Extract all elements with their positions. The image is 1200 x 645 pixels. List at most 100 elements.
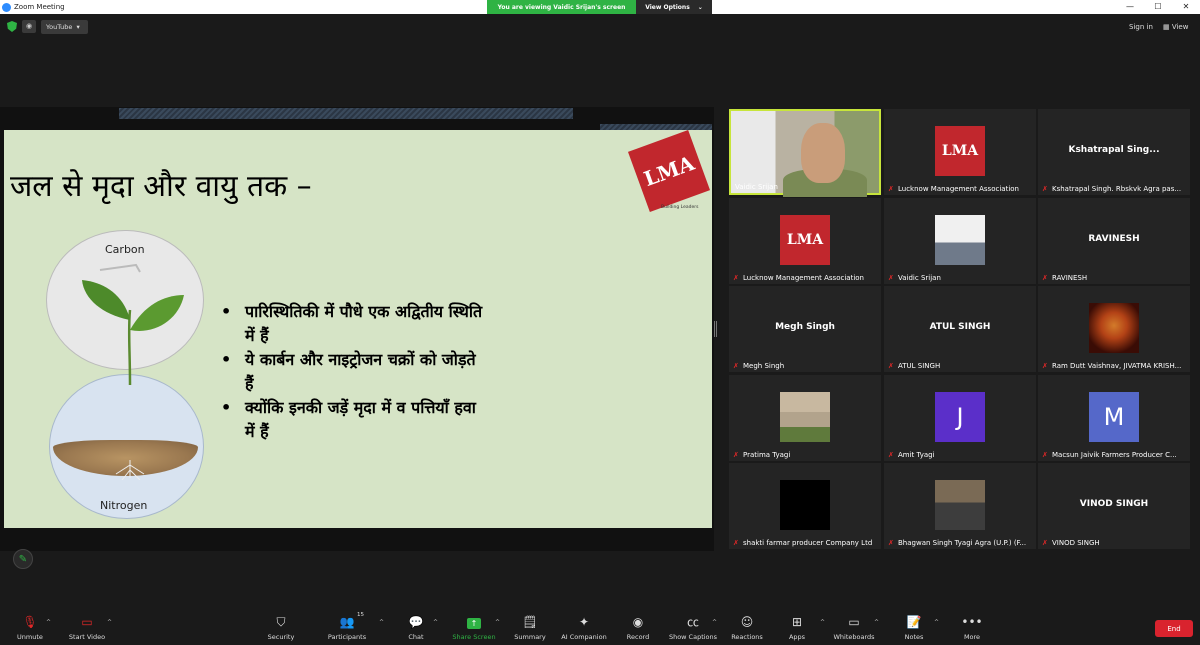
participant-tile[interactable]: VINOD SINGH ✗ VINOD SINGH <box>1038 463 1190 549</box>
participant-name: RAVINESH <box>1052 274 1088 282</box>
participant-tile[interactable]: Megh Singh ✗ Megh Singh <box>729 286 881 372</box>
lma-avatar: LMA <box>780 215 830 265</box>
video-options-caret-icon[interactable]: ^ <box>107 619 112 626</box>
bullet-item: पारिस्थितिकी में पौधे एक अद्वितीय स्थिति… <box>219 300 489 348</box>
participant-tile[interactable]: Kshatrapal Sing... ✗ Kshatrapal Singh. Rbs… <box>1038 109 1190 195</box>
muted-mic-icon: ✗ <box>1042 362 1048 370</box>
plant-stem <box>127 309 132 386</box>
nitrogen-label: Nitrogen <box>100 499 148 512</box>
participant-name-bar: ✗ Pratima Tyagi <box>733 451 879 459</box>
summary-label: Summary <box>514 633 546 641</box>
meeting-topbar: ◉ YouTube ▾ Sign in ▦ View <box>0 14 1200 41</box>
muted-mic-icon: ✗ <box>1042 185 1048 193</box>
slide-bullets: पारिस्थितिकी में पौधे एक अद्वितीय स्थिति… <box>219 300 489 444</box>
participant-name: VINOD SINGH <box>1052 539 1100 547</box>
participant-tile[interactable]: ✗ Vaidic Srijan <box>884 198 1036 284</box>
window-controls: — ☐ ✕ <box>1116 0 1200 14</box>
participant-tile[interactable]: J ✗ Amit Tyagi <box>884 375 1036 461</box>
splitter-handle[interactable] <box>714 321 717 337</box>
audio-options-caret-icon[interactable]: ^ <box>46 619 51 626</box>
participant-tile[interactable]: LMA ✗ Lucknow Management Association <box>729 198 881 284</box>
participant-tile[interactable]: Vaidic Srijan <box>729 109 881 197</box>
apps-grid-icon: ⊞ <box>791 615 803 629</box>
participant-name: Lucknow Management Association <box>898 185 1019 193</box>
participant-name-bar: ✗ VINOD SINGH <box>1042 539 1188 547</box>
muted-mic-icon: ✗ <box>733 451 739 459</box>
participant-tile[interactable]: ✗ shakti farmar producer Company Ltd <box>729 463 881 549</box>
more-button[interactable]: ••• More <box>942 615 1002 641</box>
annotate-pencil-icon[interactable]: ✎ <box>13 549 33 569</box>
meeting-toolbar: 🎙 Unmute ^ ▭ Start Video ^ ⛉ Security 👥 … <box>0 609 1200 645</box>
lma-tagline: Building Leaders <box>661 205 699 210</box>
participant-tile[interactable]: ✗ Bhagwan Singh Tyagi Agra (U.P.) (F... <box>884 463 1036 549</box>
muted-mic-icon: ✗ <box>733 274 739 282</box>
viewing-screen-label: You are viewing Vaidic Srijan's screen <box>487 0 636 14</box>
shield-icon: ⛉ <box>276 615 286 629</box>
whiteboards-caret-icon[interactable]: ^ <box>874 619 879 626</box>
people-icon: 👥 <box>339 615 355 629</box>
muted-mic-icon: ✗ <box>1042 274 1048 282</box>
end-meeting-button[interactable]: End <box>1155 620 1193 637</box>
plant-illustration <box>82 263 184 480</box>
maximize-button[interactable]: ☐ <box>1144 0 1172 14</box>
record-icon: ◉ <box>632 615 644 629</box>
participant-name-bar: ✗ ATUL SINGH <box>888 362 1034 370</box>
youtube-label: YouTube <box>46 23 73 31</box>
participant-name: Ram Dutt Vaishnav, JIVATMA KRISH... <box>1052 362 1182 370</box>
participant-name-bar: ✗ Lucknow Management Association <box>733 274 879 282</box>
letter-avatar: M <box>1089 392 1139 442</box>
chat-caret-icon[interactable]: ^ <box>433 619 438 626</box>
ai-companion-label: AI Companion <box>561 633 607 641</box>
sign-in-link[interactable]: Sign in <box>1129 23 1153 31</box>
participant-tile[interactable]: ATUL SINGH ✗ ATUL SINGH <box>884 286 1036 372</box>
participant-display-name: ATUL SINGH <box>929 322 991 332</box>
participant-name: ATUL SINGH <box>898 362 941 370</box>
sparkle-icon: ✦ <box>578 615 590 629</box>
window-titlebar: Zoom Meeting You are viewing Vaidic Srij… <box>0 0 1200 14</box>
whiteboards-label: Whiteboards <box>833 633 875 641</box>
lma-avatar: LMA <box>935 126 985 176</box>
apps-button[interactable]: ⊞ Apps <box>767 615 827 641</box>
muted-mic-icon: ✗ <box>1042 539 1048 547</box>
muted-mic-icon: ✗ <box>888 185 894 193</box>
participant-display-name: RAVINESH <box>1088 234 1140 244</box>
minimize-button[interactable]: — <box>1116 0 1144 14</box>
participant-name: Vaidic Srijan <box>735 183 778 191</box>
participants-caret-icon[interactable]: ^ <box>379 619 384 626</box>
record-button[interactable]: ◉ Record <box>608 615 668 641</box>
view-button[interactable]: ▦ View <box>1163 23 1188 31</box>
notes-label: Notes <box>904 633 924 641</box>
muted-mic-icon: ✗ <box>888 362 894 370</box>
participant-name-bar: ✗ Macsun Jaivik Farmers Producer C... <box>1042 451 1188 459</box>
participant-name: Pratima Tyagi <box>743 451 791 459</box>
participant-tile[interactable]: RAVINESH ✗ RAVINESH <box>1038 198 1190 284</box>
security-button[interactable]: ⛉ Security <box>251 615 311 641</box>
shield-icon[interactable] <box>7 21 17 32</box>
view-options-label: View Options <box>645 3 690 11</box>
summary-button[interactable]: 🗒 Summary <box>500 615 560 641</box>
participant-tile[interactable]: ✗ Pratima Tyagi <box>729 375 881 461</box>
live-stream-icon[interactable]: ◉ <box>22 20 36 33</box>
participant-tile[interactable]: ✗ Ram Dutt Vaishnav, JIVATMA KRISH... <box>1038 286 1190 372</box>
participants-count: 15 <box>357 612 364 618</box>
youtube-stream-dropdown[interactable]: YouTube ▾ <box>41 20 88 34</box>
participant-tile[interactable]: M ✗ Macsun Jaivik Farmers Producer C... <box>1038 375 1190 461</box>
participant-name-bar: ✗ shakti farmar producer Company Ltd <box>733 539 879 547</box>
close-window-button[interactable]: ✕ <box>1172 0 1200 14</box>
participant-name: Vaidic Srijan <box>898 274 941 282</box>
slide-decoration-bar <box>119 108 573 119</box>
apps-label: Apps <box>788 633 806 641</box>
participants-button[interactable]: 👥 Participants <box>317 615 377 641</box>
notes-caret-icon[interactable]: ^ <box>934 619 939 626</box>
participant-name: shakti farmar producer Company Ltd <box>743 539 873 547</box>
share-screen-label: Share Screen <box>452 633 496 641</box>
show-captions-label: Show Captions <box>668 633 718 641</box>
muted-mic-icon: ✗ <box>888 451 894 459</box>
view-options-button[interactable]: View Options ⌄ <box>636 0 712 14</box>
ai-companion-button[interactable]: ✦ AI Companion <box>554 615 614 641</box>
summary-doc-icon: 🗒 <box>522 615 538 629</box>
participant-gallery: Vaidic Srijan LMA ✗ Lucknow Management Asso… <box>729 109 1191 549</box>
participant-tile[interactable]: LMA ✗ Lucknow Management Association <box>884 109 1036 195</box>
presentation-slide: जल से मृदा और वायु तक – LMA Building Lea… <box>4 130 712 528</box>
right-leaf <box>130 295 184 331</box>
